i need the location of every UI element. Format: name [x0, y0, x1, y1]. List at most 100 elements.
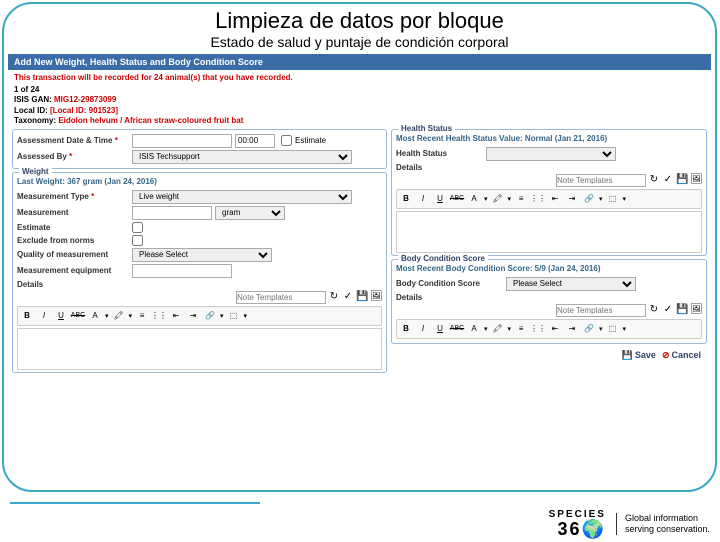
image-icon[interactable]: 🖼 — [690, 174, 702, 186]
health-details-label: Details — [396, 163, 511, 172]
save-icon[interactable]: 💾 — [676, 304, 688, 316]
bcs-editor-toolbar: B I U ABC A▾ 🖍▾ ≡ ⋮⋮ ⇤ ⇥ 🔗▾ ⬚▾ — [396, 319, 702, 339]
refresh-icon[interactable]: ↻ — [648, 304, 660, 316]
health-details-editor[interactable] — [396, 211, 702, 253]
strike-button[interactable]: ABC — [450, 322, 464, 336]
underline-button[interactable]: U — [433, 322, 447, 336]
page-subtitle: Estado de salud y puntaje de condición c… — [4, 34, 715, 54]
exclude-checkbox[interactable] — [132, 235, 143, 246]
italic-button[interactable]: I — [416, 322, 430, 336]
image-icon[interactable]: 🖼 — [690, 304, 702, 316]
estimate-label: Estimate — [295, 136, 326, 145]
link-button[interactable]: 🔗 — [582, 192, 596, 206]
font-color-button[interactable]: A — [467, 322, 481, 336]
weight-details-editor[interactable] — [17, 328, 382, 370]
bcs-select[interactable]: Please Select — [506, 277, 636, 291]
equipment-label: Measurement equipment — [17, 266, 132, 275]
weight-editor-toolbar: B I U ABC A▾ 🖍▾ ≡ ⋮⋮ ⇤ ⇥ 🔗▾ ⬚▾ — [17, 306, 382, 326]
unit-select[interactable]: gram — [215, 206, 285, 220]
health-status-select[interactable] — [486, 147, 616, 161]
bcs-recent: Most Recent Body Condition Score: 5/9 (J… — [396, 262, 702, 275]
health-panel: Health Status Most Recent Health Status … — [391, 129, 707, 256]
assessed-by-label: Assessed By * — [17, 152, 132, 161]
weight-note-template[interactable] — [236, 291, 326, 304]
indent-button[interactable]: ⇥ — [565, 192, 579, 206]
underline-button[interactable]: U — [433, 192, 447, 206]
health-note-template[interactable] — [556, 174, 646, 187]
health-status-label: Health Status — [396, 149, 486, 158]
font-color-button[interactable]: A — [88, 309, 102, 323]
date-label: Assessment Date & Time * — [17, 136, 132, 145]
underline-button[interactable]: U — [54, 309, 68, 323]
check-icon[interactable]: ✓ — [662, 304, 674, 316]
bcs-details-label: Details — [396, 293, 511, 302]
record-info: 1 of 24 ISIS GAN: MIG12-29873099 Local I… — [8, 85, 711, 127]
link-button[interactable]: 🔗 — [203, 309, 217, 323]
bcs-panel: Body Condition Score Most Recent Body Co… — [391, 259, 707, 344]
more-button[interactable]: ⬚ — [606, 322, 620, 336]
last-weight: Last Weight: 367 gram (Jan 24, 2016) — [17, 175, 382, 188]
list-ol-button[interactable]: ≡ — [514, 192, 528, 206]
assessment-panel: Assessment Date & Time * Estimate Assess… — [12, 129, 387, 169]
measurement-input[interactable] — [132, 206, 212, 220]
quality-select[interactable]: Please Select — [132, 248, 272, 262]
list-ul-button[interactable]: ⋮⋮ — [152, 309, 166, 323]
list-ol-button[interactable]: ≡ — [135, 309, 149, 323]
warning-text: This transaction will be recorded for 24… — [8, 70, 711, 85]
bold-button[interactable]: B — [399, 192, 413, 206]
health-recent: Most Recent Health Status Value: Normal … — [396, 132, 702, 145]
bg-color-button[interactable]: 🖍 — [491, 192, 505, 206]
italic-button[interactable]: I — [416, 192, 430, 206]
image-icon[interactable]: 🖼 — [370, 291, 382, 303]
save-button[interactable]: 💾Save — [622, 350, 656, 361]
weight-estimate-label: Estimate — [17, 223, 132, 232]
equipment-input[interactable] — [132, 264, 232, 278]
time-input[interactable] — [235, 134, 275, 148]
window-header: Add New Weight, Health Status and Body C… — [8, 54, 711, 70]
estimate-checkbox[interactable] — [281, 135, 292, 146]
bold-button[interactable]: B — [399, 322, 413, 336]
weight-details-label: Details — [17, 280, 132, 289]
meas-type-label: Measurement Type * — [17, 192, 132, 201]
link-button[interactable]: 🔗 — [582, 322, 596, 336]
bg-color-button[interactable]: 🖍 — [491, 322, 505, 336]
strike-button[interactable]: ABC — [450, 192, 464, 206]
cancel-icon: ⊘ — [662, 350, 670, 361]
refresh-icon[interactable]: ↻ — [648, 174, 660, 186]
weight-estimate-checkbox[interactable] — [132, 222, 143, 233]
weight-panel: Weight Last Weight: 367 gram (Jan 24, 20… — [12, 172, 387, 373]
bg-color-button[interactable]: 🖍 — [112, 309, 126, 323]
cancel-button[interactable]: ⊘Cancel — [662, 350, 701, 361]
list-ol-button[interactable]: ≡ — [514, 322, 528, 336]
brand-footer: SPECIES 36🌍 Global information serving c… — [549, 510, 710, 538]
save-icon[interactable]: 💾 — [356, 291, 368, 303]
strike-button[interactable]: ABC — [71, 309, 85, 323]
font-color-button[interactable]: A — [467, 192, 481, 206]
disk-icon: 💾 — [622, 350, 633, 361]
meas-type-select[interactable]: Live weight — [132, 190, 352, 204]
list-ul-button[interactable]: ⋮⋮ — [531, 322, 545, 336]
list-ul-button[interactable]: ⋮⋮ — [531, 192, 545, 206]
more-button[interactable]: ⬚ — [227, 309, 241, 323]
exclude-label: Exclude from norms — [17, 236, 132, 245]
indent-button[interactable]: ⇥ — [186, 309, 200, 323]
page-title: Limpieza de datos por bloque — [4, 4, 715, 34]
health-editor-toolbar: B I U ABC A▾ 🖍▾ ≡ ⋮⋮ ⇤ ⇥ 🔗▾ ⬚▾ — [396, 189, 702, 209]
save-icon[interactable]: 💾 — [676, 174, 688, 186]
more-button[interactable]: ⬚ — [606, 192, 620, 206]
indent-button[interactable]: ⇥ — [565, 322, 579, 336]
date-input[interactable] — [132, 134, 232, 148]
outdent-button[interactable]: ⇤ — [548, 192, 562, 206]
refresh-icon[interactable]: ↻ — [328, 291, 340, 303]
assessed-by-select[interactable]: ISIS Techsupport — [132, 150, 352, 164]
bcs-note-template[interactable] — [556, 304, 646, 317]
check-icon[interactable]: ✓ — [662, 174, 674, 186]
bcs-label: Body Condition Score — [396, 279, 506, 288]
italic-button[interactable]: I — [37, 309, 51, 323]
outdent-button[interactable]: ⇤ — [169, 309, 183, 323]
check-icon[interactable]: ✓ — [342, 291, 354, 303]
bold-button[interactable]: B — [20, 309, 34, 323]
measurement-label: Measurement — [17, 208, 132, 217]
outdent-button[interactable]: ⇤ — [548, 322, 562, 336]
underline-decoration — [10, 502, 260, 504]
